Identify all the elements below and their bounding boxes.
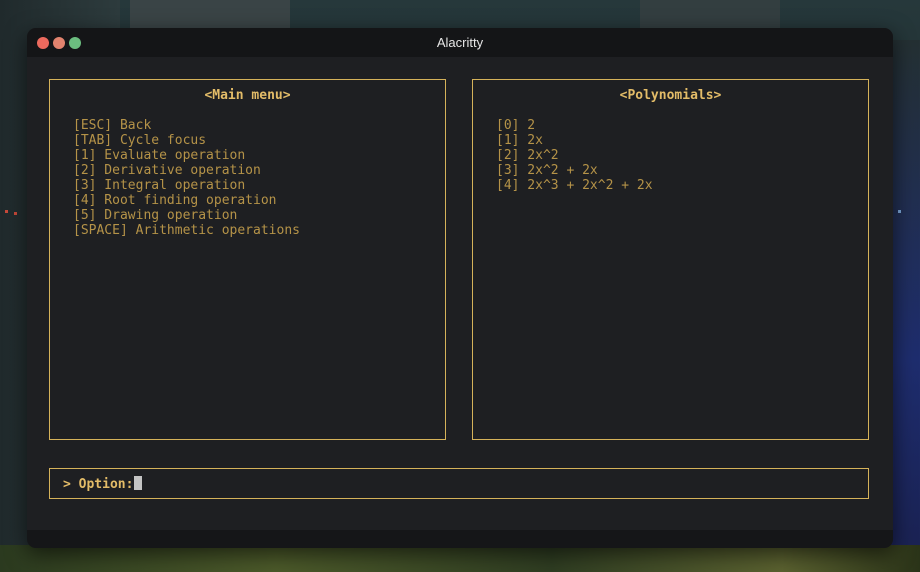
menu-item-integral: [3] Integral operation: [73, 178, 246, 193]
terminal-window: Alacritty <Main menu> [ESC] Back [TAB] C…: [27, 28, 893, 548]
polynomials-title: <Polynomials>: [619, 88, 722, 103]
main-menu-panel: <Main menu> [ESC] Back [TAB] Cycle focus…: [49, 79, 446, 440]
polynomial-item: [4] 2x^3 + 2x^2 + 2x: [496, 178, 653, 193]
polynomial-item: [3] 2x^2 + 2x: [496, 163, 598, 178]
text-cursor: [134, 476, 143, 490]
menu-item-back: [ESC] Back: [73, 118, 152, 133]
wallpaper-light: [898, 210, 901, 213]
option-prompt-label: > Option:: [63, 477, 134, 492]
main-menu-title: <Main menu>: [204, 88, 291, 103]
polynomial-item: [2] 2x^2: [496, 148, 559, 163]
menu-item-arithmetic: [SPACE] Arithmetic operations: [73, 223, 300, 238]
wallpaper-light: [5, 210, 8, 213]
polynomials-list: [0] 2 [1] 2x [2] 2x^2 [3] 2x^2 + 2x [4] …: [496, 118, 653, 193]
menu-item-evaluate: [1] Evaluate operation: [73, 148, 246, 163]
wallpaper-building: [640, 0, 780, 30]
menu-item-drawing: [5] Drawing operation: [73, 208, 238, 223]
wallpaper-city-ground: [0, 545, 920, 572]
wallpaper-light: [14, 212, 17, 215]
window-title: Alacritty: [436, 35, 484, 50]
polynomial-item: [0] 2: [496, 118, 536, 133]
main-menu-list: [ESC] Back [TAB] Cycle focus [1] Evaluat…: [73, 118, 300, 238]
menu-item-derivative: [2] Derivative operation: [73, 163, 261, 178]
terminal-content[interactable]: <Main menu> [ESC] Back [TAB] Cycle focus…: [27, 57, 893, 530]
option-input-box[interactable]: > Option:: [49, 468, 869, 499]
title-bar[interactable]: Alacritty: [27, 28, 893, 57]
window-bottom-bar: [27, 530, 893, 548]
menu-item-cycle-focus: [TAB] Cycle focus: [73, 133, 207, 148]
polynomial-item: [1] 2x: [496, 133, 543, 148]
polynomials-panel: <Polynomials> [0] 2 [1] 2x [2] 2x^2 [3] …: [472, 79, 869, 440]
option-prompt[interactable]: > Option:: [63, 476, 143, 492]
menu-item-root-finding: [4] Root finding operation: [73, 193, 277, 208]
wallpaper-building: [130, 0, 290, 30]
